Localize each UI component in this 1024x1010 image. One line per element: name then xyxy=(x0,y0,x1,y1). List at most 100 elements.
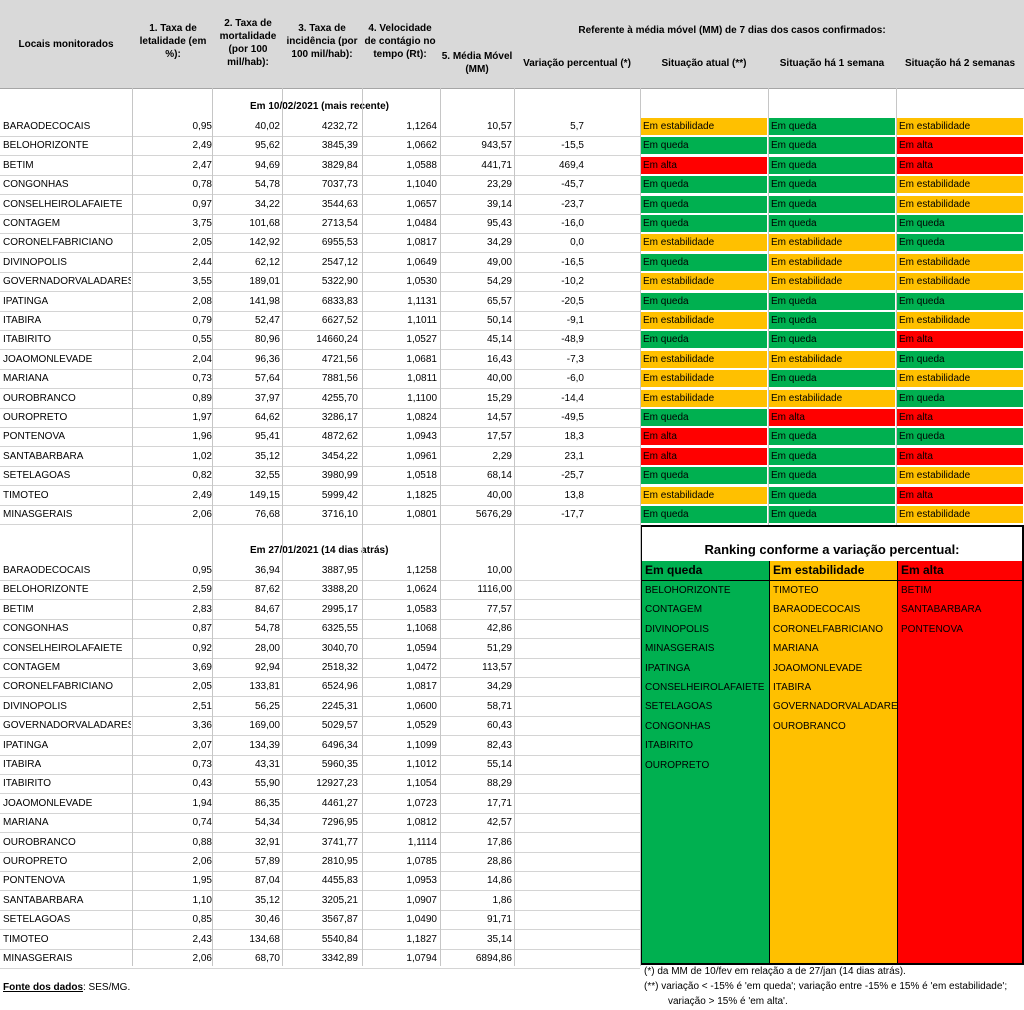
status-badge-s3: Em estabilidade xyxy=(897,312,1023,329)
footnote-1: (*) da MM de 10/fev em relação a de 27/j… xyxy=(644,966,906,977)
table-row: CONGONHAS 0,78 54,78 7037,73 1,1040 23,29 -45,… xyxy=(0,175,1024,196)
header-situacao-2sem: Situação há 2 semanas xyxy=(904,57,1016,69)
cell-letalidade: 0,95 xyxy=(192,565,212,576)
grid-line xyxy=(514,88,515,966)
ranking-item-alta: BETIM xyxy=(901,585,932,596)
cell-media-movel: 17,86 xyxy=(486,836,512,848)
cell-letalidade: 0,73 xyxy=(192,373,212,385)
cell-mortalidade: 134,68 xyxy=(249,933,280,945)
header-media-movel: 5. Média Móvel (MM) xyxy=(441,51,513,75)
cell-mortalidade: 54,78 xyxy=(254,623,280,635)
cell-incidencia: 3845,39 xyxy=(321,140,358,152)
cell-mortalidade: 35,12 xyxy=(254,894,280,906)
status-badge-s2: Em queda xyxy=(769,428,895,446)
status-badge-s3: Em estabilidade xyxy=(897,195,1023,213)
cell-media-movel: 28,86 xyxy=(486,856,512,867)
status-badge-s3: Em queda xyxy=(897,292,1023,310)
ranking-item-estabilidade: BARAODECOCAIS xyxy=(773,604,861,616)
cell-media-movel: 10,57 xyxy=(486,121,512,132)
cell-mortalidade: 40,02 xyxy=(254,121,280,132)
cell-mortalidade: 95,41 xyxy=(254,431,280,443)
cell-media-movel: 58,71 xyxy=(486,700,512,712)
cell-mortalidade: 84,67 xyxy=(254,603,280,615)
status-badge-s1: Em queda xyxy=(641,467,767,485)
cell-letalidade: 0,43 xyxy=(192,778,212,790)
header-variacao: Variação percentual (*) xyxy=(523,57,631,69)
cell-media-movel: 2,29 xyxy=(492,450,512,462)
cell-incidencia: 5999,42 xyxy=(321,489,358,501)
status-badge-s2: Em queda xyxy=(769,292,895,310)
location-name: BETIM xyxy=(3,159,34,171)
cell-variacao: -49,5 xyxy=(561,412,584,423)
cell-mortalidade: 34,22 xyxy=(254,198,280,210)
status-badge-s2: Em queda xyxy=(769,506,895,523)
cell-variacao: -16,5 xyxy=(561,256,584,268)
cell-velocidade: 1,1068 xyxy=(406,623,437,635)
cell-mortalidade: 134,39 xyxy=(249,739,280,751)
location-name: GOVERNADORVALADARES xyxy=(3,720,131,732)
cell-velocidade: 1,1825 xyxy=(406,489,437,501)
cell-letalidade: 3,36 xyxy=(192,720,212,732)
table-row: GOVERNADORVALADARES 3,55 189,01 5322,90 1,05… xyxy=(0,272,1024,293)
cell-media-movel: 113,57 xyxy=(482,662,512,673)
grid-line xyxy=(132,88,133,966)
cell-mortalidade: 62,12 xyxy=(254,256,280,268)
cell-velocidade: 1,0657 xyxy=(406,198,437,210)
location-name: OUROBRANCO xyxy=(3,392,76,404)
status-badge-s3: Em alta xyxy=(897,137,1023,155)
cell-letalidade: 1,97 xyxy=(192,412,212,423)
cell-media-movel: 14,86 xyxy=(486,875,512,887)
cell-letalidade: 1,95 xyxy=(192,875,212,887)
cell-incidencia: 3454,22 xyxy=(321,450,358,462)
table-row: PONTENOVA 1,96 95,41 4872,62 1,0943 17,57 18,3… xyxy=(0,427,1024,448)
location-name: BELOHORIZONTE xyxy=(3,584,89,596)
cell-letalidade: 2,49 xyxy=(192,489,212,501)
table-row: CONSELHEIROLAFAIETE 0,97 34,22 3544,63 1,065… xyxy=(0,195,1024,215)
cell-letalidade: 2,04 xyxy=(192,353,212,365)
status-badge-s1: Em queda xyxy=(641,292,767,310)
cell-incidencia: 4872,62 xyxy=(321,431,358,443)
cell-variacao: -17,7 xyxy=(561,509,584,520)
cell-incidencia: 3040,70 xyxy=(321,642,358,654)
cell-incidencia: 3567,87 xyxy=(321,914,358,926)
table-row: CONTAGEM 3,75 101,68 2713,54 1,0484 95,43 -16,… xyxy=(0,214,1024,234)
cell-letalidade: 2,06 xyxy=(192,856,212,867)
fonte-value: : SES/MG. xyxy=(83,982,131,993)
cell-variacao: 13,8 xyxy=(564,489,584,501)
status-badge-s1: Em estabilidade xyxy=(641,370,767,388)
cell-velocidade: 1,0811 xyxy=(407,373,437,385)
cell-media-movel: 15,29 xyxy=(486,392,512,404)
cell-variacao: -48,9 xyxy=(561,334,584,346)
cell-variacao: -45,7 xyxy=(561,179,584,191)
header-group-mm: Referente à média móvel (MM) de 7 dias d… xyxy=(578,24,886,36)
ranking-item-queda: SETELAGOAS xyxy=(645,701,713,713)
cell-velocidade: 1,0583 xyxy=(406,603,437,615)
cell-variacao: -16,0 xyxy=(561,218,584,229)
cell-mortalidade: 189,01 xyxy=(249,276,280,288)
cell-media-movel: 88,29 xyxy=(486,778,512,790)
cell-velocidade: 1,1054 xyxy=(406,778,437,790)
cell-letalidade: 2,51 xyxy=(192,700,212,712)
location-name: CONTAGEM xyxy=(3,218,61,229)
table-row: SETELAGOAS 0,82 32,55 3980,99 1,0518 68,14 -25… xyxy=(0,466,1024,487)
cell-media-movel: 49,00 xyxy=(486,256,512,268)
status-badge-s1: Em queda xyxy=(641,215,767,232)
cell-letalidade: 0,88 xyxy=(192,836,212,848)
status-badge-s1: Em estabilidade xyxy=(641,118,767,135)
cell-letalidade: 2,06 xyxy=(192,953,212,964)
location-name: PONTENOVA xyxy=(3,431,66,443)
table-row: ITABIRA 0,79 52,47 6627,52 1,1011 50,14 -9,1 Em… xyxy=(0,311,1024,331)
ranking-item-estabilidade: GOVERNADORVALADARES xyxy=(773,701,905,713)
cell-velocidade: 1,1040 xyxy=(406,179,437,191)
cell-media-movel: 943,57 xyxy=(481,140,512,152)
cell-incidencia: 2518,32 xyxy=(321,662,358,673)
header-situacao-1sem: Situação há 1 semana xyxy=(779,57,885,69)
cell-media-movel: 95,43 xyxy=(486,218,512,229)
table-row: MARIANA 0,73 57,64 7881,56 1,0811 40,00 -6,0 Em… xyxy=(0,369,1024,390)
cell-mortalidade: 86,35 xyxy=(254,797,280,809)
cell-mortalidade: 52,47 xyxy=(254,315,280,326)
cell-velocidade: 1,1827 xyxy=(406,933,437,945)
cell-variacao: 0,0 xyxy=(570,237,584,249)
cell-mortalidade: 169,00 xyxy=(249,720,280,732)
cell-velocidade: 1,0527 xyxy=(406,334,437,346)
